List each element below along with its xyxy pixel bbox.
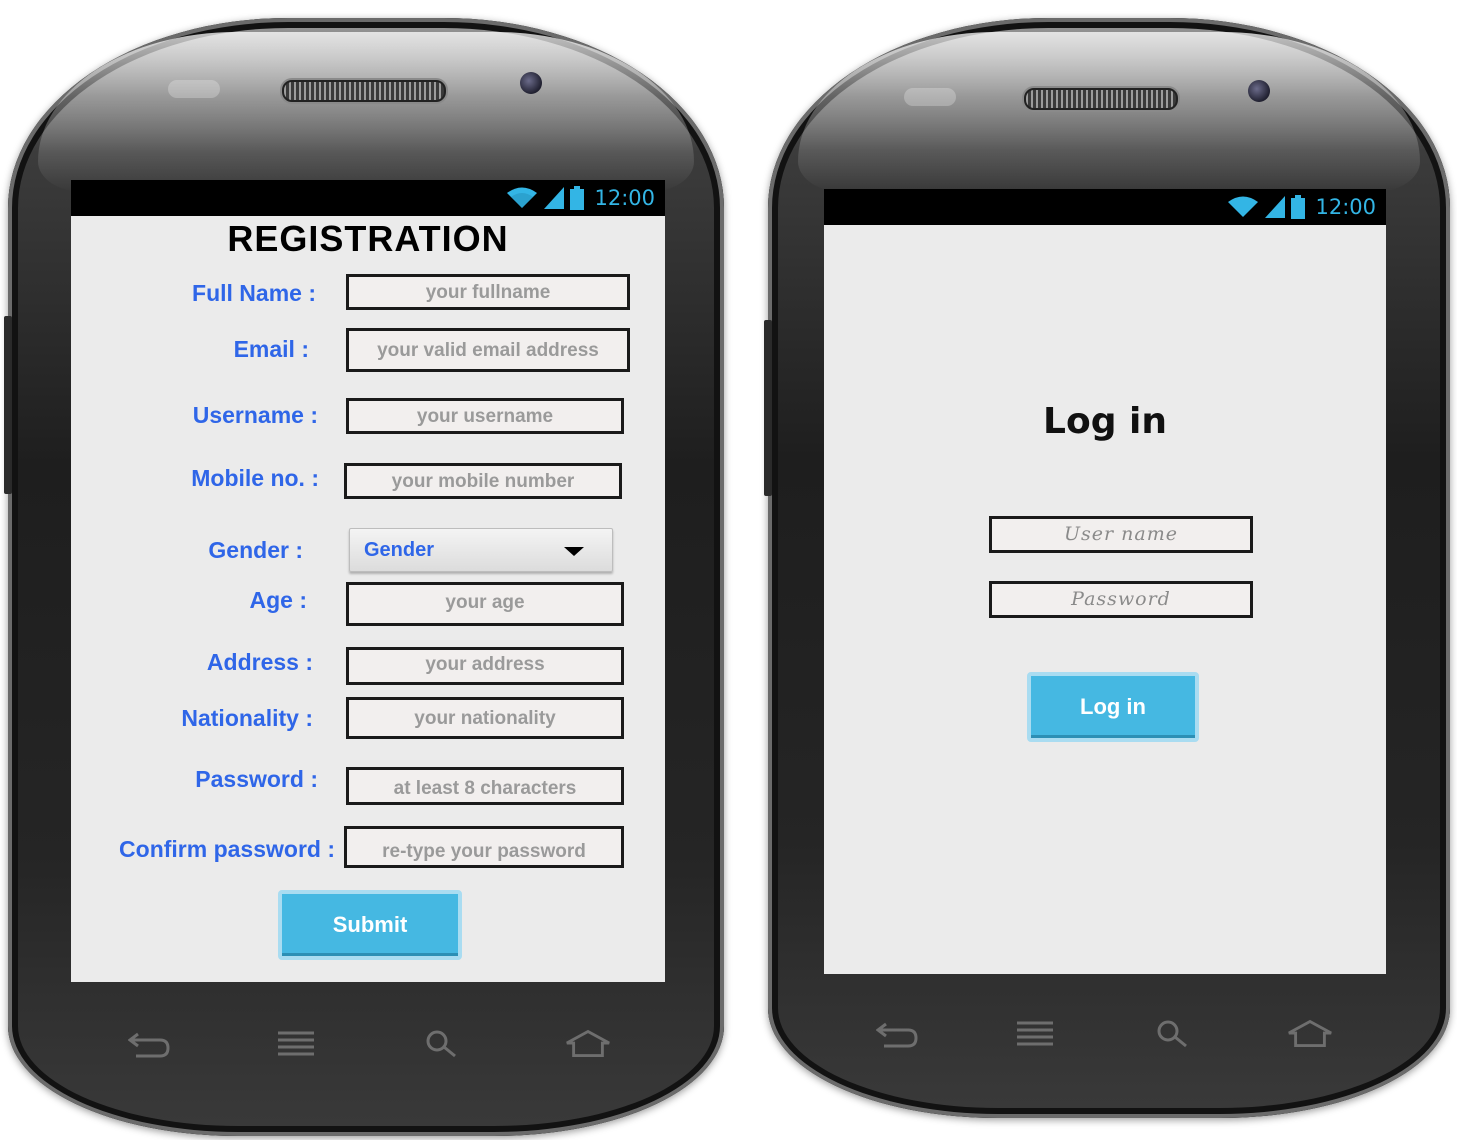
age-label: Age : bbox=[249, 587, 308, 613]
chevron-down-icon bbox=[564, 547, 584, 556]
home-button[interactable] bbox=[564, 1024, 612, 1064]
status-bar: 12:00 bbox=[71, 180, 665, 216]
status-bar: 12:00 bbox=[824, 189, 1386, 225]
confirm-password-label: Confirm password : bbox=[119, 836, 335, 862]
email-label: Email : bbox=[233, 336, 309, 362]
status-clock: 12:00 bbox=[594, 186, 655, 210]
search-icon bbox=[426, 1030, 456, 1058]
confirm-password-field[interactable]: re-type your password bbox=[344, 826, 624, 868]
password-field[interactable]: Password bbox=[989, 581, 1253, 618]
navigation-bar bbox=[874, 1014, 1334, 1054]
recent-apps-button[interactable] bbox=[272, 1024, 320, 1064]
search-button[interactable] bbox=[1149, 1014, 1197, 1054]
front-camera bbox=[520, 72, 542, 94]
username-label: Username : bbox=[192, 402, 318, 428]
username-field[interactable]: your username bbox=[346, 398, 624, 434]
fullname-field[interactable]: your fullname bbox=[346, 274, 630, 310]
earpiece-speaker bbox=[1024, 88, 1178, 110]
signal-icon bbox=[1265, 196, 1286, 218]
back-button[interactable] bbox=[126, 1024, 174, 1064]
recent-apps-icon bbox=[1017, 1021, 1054, 1046]
wifi-icon bbox=[1228, 196, 1259, 217]
search-icon bbox=[1157, 1020, 1187, 1048]
volume-key bbox=[764, 320, 772, 496]
phone-registration: 12:00 REGISTRATION Full Name : your full… bbox=[4, 18, 724, 1136]
gender-selected-value: Gender bbox=[364, 538, 435, 561]
fullname-label: Full Name : bbox=[192, 280, 316, 306]
nationality-field[interactable]: your nationality bbox=[346, 697, 624, 739]
search-button[interactable] bbox=[418, 1024, 466, 1064]
mobile-label: Mobile no. : bbox=[191, 465, 319, 491]
address-field[interactable]: your address bbox=[346, 647, 624, 685]
recent-apps-button[interactable] bbox=[1011, 1014, 1059, 1054]
home-button[interactable] bbox=[1286, 1014, 1334, 1054]
login-screen: 12:00 Log in User name Password Log in bbox=[824, 189, 1386, 974]
status-clock: 12:00 bbox=[1315, 195, 1376, 219]
proximity-sensor bbox=[168, 80, 220, 98]
gender-select[interactable]: Gender bbox=[349, 528, 613, 572]
username-field[interactable]: User name bbox=[989, 516, 1253, 553]
phone-gloss bbox=[38, 32, 694, 192]
phone-login: 12:00 Log in User name Password Log in bbox=[764, 18, 1450, 1118]
password-field[interactable]: at least 8 characters bbox=[346, 767, 624, 805]
earpiece-speaker bbox=[282, 80, 446, 102]
home-icon bbox=[566, 1029, 610, 1057]
submit-button[interactable]: Submit bbox=[278, 890, 462, 960]
battery-icon bbox=[570, 186, 585, 210]
gender-label: Gender : bbox=[208, 537, 303, 563]
front-camera bbox=[1248, 80, 1270, 102]
phone-gloss bbox=[798, 32, 1420, 192]
recent-apps-icon bbox=[278, 1031, 314, 1056]
nationality-label: Nationality : bbox=[181, 705, 313, 731]
status-icons: 12:00 bbox=[506, 186, 655, 210]
email-field[interactable]: your valid email address bbox=[346, 328, 630, 372]
address-label: Address : bbox=[206, 649, 313, 675]
registration-screen: 12:00 REGISTRATION Full Name : your full… bbox=[71, 180, 665, 982]
mobile-field[interactable]: your mobile number bbox=[344, 463, 622, 499]
volume-key bbox=[4, 316, 12, 494]
age-field[interactable]: your age bbox=[346, 582, 624, 626]
proximity-sensor bbox=[904, 88, 956, 106]
back-icon bbox=[876, 1022, 918, 1048]
password-label: Password : bbox=[195, 766, 318, 792]
back-button[interactable] bbox=[874, 1014, 922, 1054]
status-icons: 12:00 bbox=[1227, 195, 1376, 219]
navigation-bar bbox=[126, 1024, 612, 1064]
login-button[interactable]: Log in bbox=[1027, 672, 1199, 742]
page-title: Log in bbox=[1043, 401, 1167, 442]
wifi-icon bbox=[507, 187, 538, 208]
home-icon bbox=[1288, 1019, 1332, 1047]
back-icon bbox=[128, 1032, 170, 1058]
page-title: REGISTRATION bbox=[227, 218, 509, 259]
battery-icon bbox=[1291, 195, 1306, 219]
signal-icon bbox=[544, 187, 565, 209]
